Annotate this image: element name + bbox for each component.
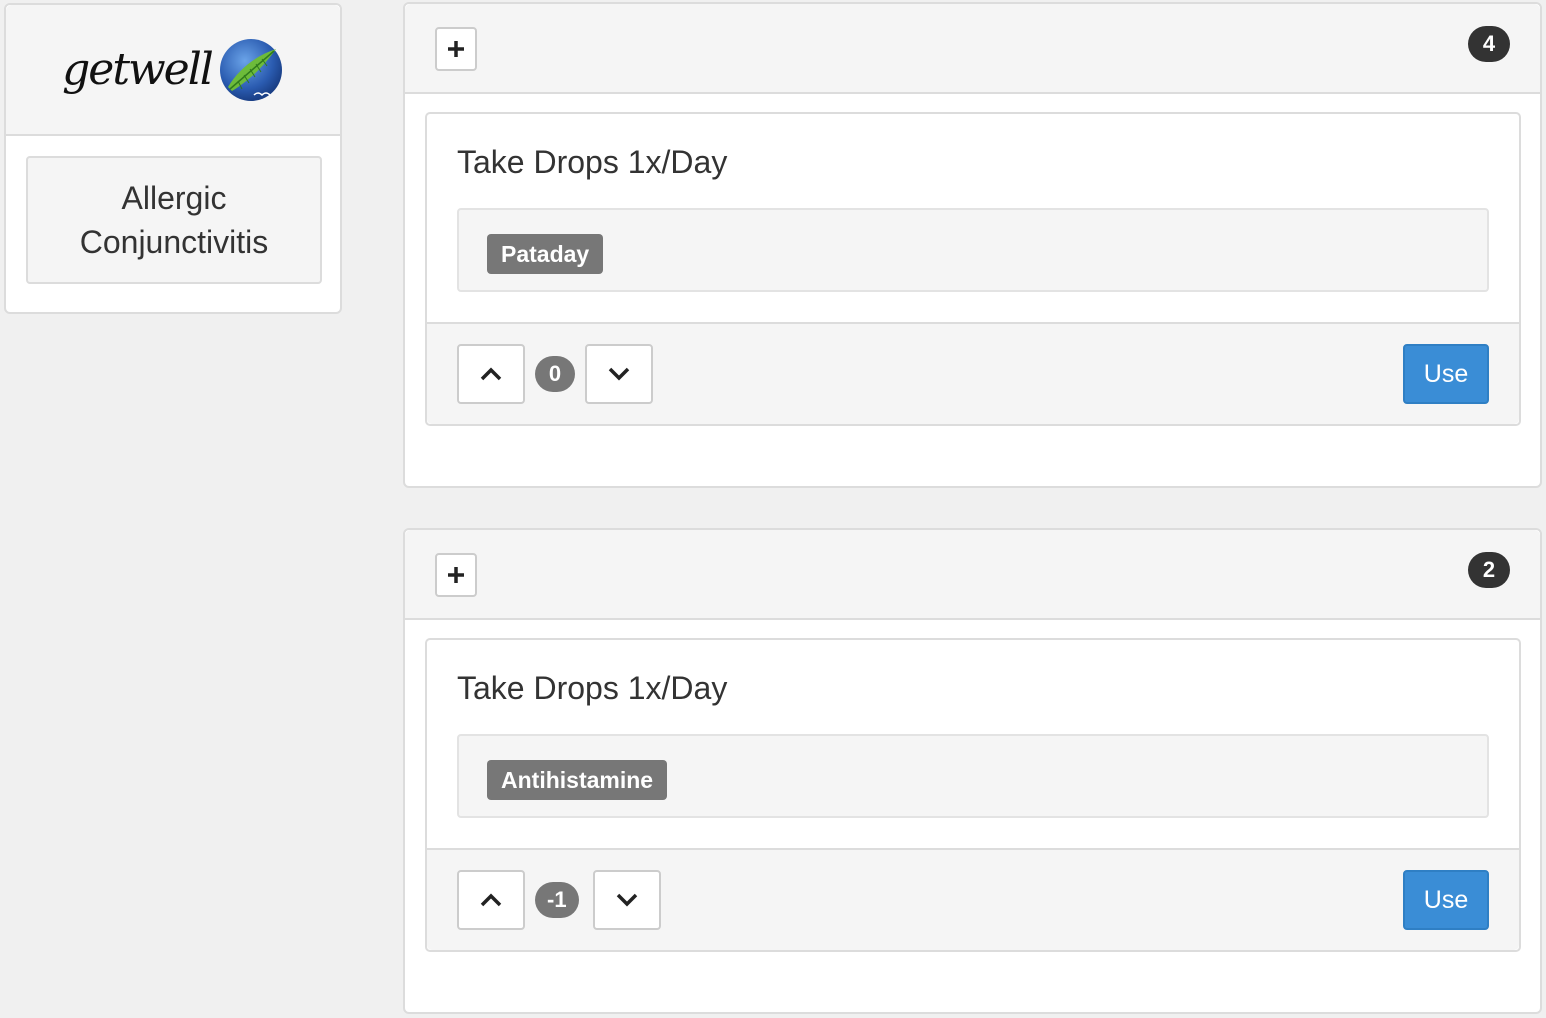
use-button[interactable]: Use bbox=[1403, 344, 1489, 404]
sidebar: getwell Allergic Conjunctivitis bbox=[4, 3, 342, 314]
chevron-down-icon bbox=[608, 367, 630, 381]
upvote-button[interactable] bbox=[457, 870, 525, 930]
add-button[interactable] bbox=[435, 27, 477, 71]
card-footer: 0 Use bbox=[427, 322, 1519, 424]
recommendation-panel: 2 Take Drops 1x/Day Antihistamine -1 Use bbox=[403, 528, 1542, 1014]
panel-heading: 2 bbox=[405, 530, 1540, 620]
treatment-card: Take Drops 1x/Day Antihistamine -1 Use bbox=[425, 638, 1521, 952]
sidebar-header: getwell bbox=[6, 5, 340, 136]
vote-score: -1 bbox=[535, 882, 579, 918]
recommendation-panel: 4 Take Drops 1x/Day Pataday 0 Use bbox=[403, 2, 1542, 488]
medication-tag[interactable]: Antihistamine bbox=[487, 760, 668, 800]
use-button[interactable]: Use bbox=[1403, 870, 1489, 930]
card-title: Take Drops 1x/Day bbox=[457, 670, 728, 706]
treatment-card: Take Drops 1x/Day Pataday 0 Use bbox=[425, 112, 1521, 426]
upvote-button[interactable] bbox=[457, 344, 525, 404]
downvote-button[interactable] bbox=[585, 344, 653, 404]
panel-heading: 4 bbox=[405, 4, 1540, 94]
leaf-globe-icon bbox=[219, 38, 282, 101]
plus-icon bbox=[448, 567, 464, 583]
logo[interactable]: getwell bbox=[62, 37, 284, 103]
count-badge: 4 bbox=[1468, 26, 1510, 62]
condition-item[interactable]: Allergic Conjunctivitis bbox=[26, 156, 322, 284]
tag-well: Antihistamine bbox=[457, 734, 1489, 818]
card-title: Take Drops 1x/Day bbox=[457, 144, 728, 180]
chevron-down-icon bbox=[616, 893, 638, 907]
vote-score: 0 bbox=[535, 356, 575, 392]
chevron-up-icon bbox=[480, 893, 502, 907]
chevron-up-icon bbox=[480, 367, 502, 381]
logo-text: getwell bbox=[62, 44, 214, 95]
tag-well: Pataday bbox=[457, 208, 1489, 292]
medication-tag[interactable]: Pataday bbox=[487, 234, 604, 274]
count-badge: 2 bbox=[1468, 552, 1510, 588]
plus-icon bbox=[448, 41, 464, 57]
downvote-button[interactable] bbox=[593, 870, 661, 930]
card-footer: -1 Use bbox=[427, 848, 1519, 950]
add-button[interactable] bbox=[435, 553, 477, 597]
